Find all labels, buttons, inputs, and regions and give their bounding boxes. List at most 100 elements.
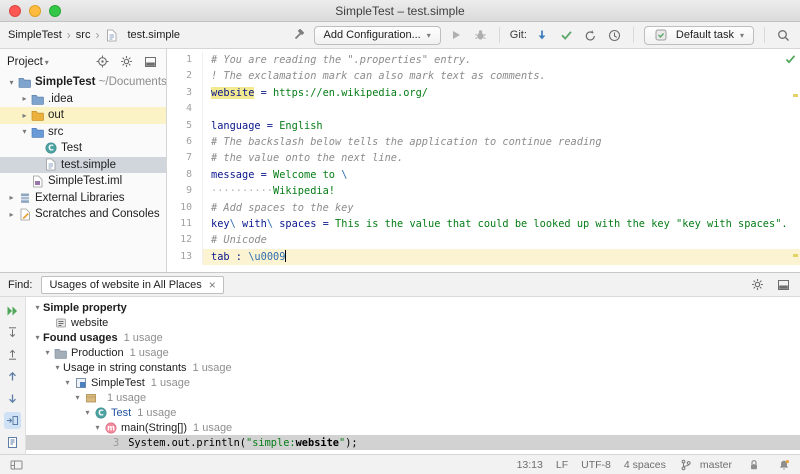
editor-line-4[interactable]: 4 (167, 101, 800, 118)
tree-toggle-icon[interactable]: ▾ (32, 303, 43, 312)
find-tree-item-package[interactable]: ▾ 1 usage (26, 390, 800, 405)
tree-toggle-icon[interactable]: ▾ (19, 127, 30, 136)
editor-line-3[interactable]: 3 website = https://en.wikipedia.org/ (167, 84, 800, 102)
project-tree-item-src[interactable]: ▾ src (0, 124, 166, 141)
find-tree-item-found-usages[interactable]: ▾ Found usages 1 usage (26, 330, 800, 345)
error-stripe-mark[interactable] (793, 254, 798, 257)
tree-toggle-icon[interactable]: ▾ (42, 348, 53, 357)
tree-toggle-icon[interactable]: ▾ (6, 78, 17, 87)
editor-line-8[interactable]: 8 message = Welcome to \ (167, 166, 800, 184)
file-encoding-indicator[interactable]: UTF-8 (581, 459, 611, 471)
expand-all-button[interactable] (4, 324, 21, 341)
tree-toggle-icon[interactable]: ▾ (92, 423, 103, 432)
editor-line-12[interactable]: 12 # Unicode (167, 232, 800, 249)
find-tree-item-main-string-[interactable]: ▾ m main(String[]) 1 usage (26, 420, 800, 435)
tree-toggle-icon[interactable]: ▸ (6, 210, 17, 219)
history-button[interactable] (606, 27, 623, 44)
find-tree-item-website[interactable]: website (26, 315, 800, 330)
tree-toggle-icon[interactable]: ▾ (72, 393, 83, 402)
notifications-icon[interactable] (775, 456, 792, 473)
find-tree-item-usage-in-string-constants[interactable]: ▾ Usage in string constants 1 usage (26, 360, 800, 375)
find-results-tab[interactable]: Usages of website in All Places × (41, 275, 224, 294)
tree-toggle-icon[interactable]: ▾ (82, 408, 93, 417)
breadcrumb-src[interactable]: src (76, 29, 91, 41)
add-configuration-button[interactable]: Add Configuration... (313, 25, 441, 45)
find-settings-button[interactable] (749, 276, 766, 293)
project-panel: Project ▾ SimpleTest ~/Documents/ ▸ .idea ▸ o… (0, 49, 167, 272)
breadcrumb-project[interactable]: SimpleTest (8, 29, 62, 41)
hide-project-panel-button[interactable] (142, 53, 159, 70)
line-number: 1 (167, 52, 203, 69)
tool-window-switcher-icon[interactable] (8, 456, 25, 473)
preview-usages-button[interactable] (4, 434, 21, 451)
project-tree-item-test[interactable]: C Test (0, 140, 166, 157)
prop-icon (53, 317, 68, 329)
tree-toggle-icon[interactable]: ▾ (52, 363, 63, 372)
title-bar[interactable]: SimpleTest – test.simple (0, 0, 800, 22)
previous-occurrence-button[interactable] (4, 368, 21, 385)
editor[interactable]: 1 # You are reading the ".properties" ent… (167, 49, 800, 272)
minimize-window-button[interactable] (29, 4, 41, 17)
project-tree-item-simpletest[interactable]: ▾ SimpleTest ~/Documents/ (0, 74, 166, 91)
debug-button[interactable] (472, 27, 489, 44)
editor-line-1[interactable]: 1 # You are reading the ".properties" ent… (167, 52, 800, 69)
find-tree-item-simple-property[interactable]: ▾ Simple property (26, 300, 800, 315)
readonly-lock-icon[interactable] (745, 456, 762, 473)
rerun-button[interactable] (4, 302, 21, 319)
find-tree: ▾ Simple property website ▾ Found usages 1 us… (26, 297, 800, 454)
tree-toggle-icon[interactable]: ▸ (19, 111, 30, 120)
line-separator-indicator[interactable]: LF (556, 459, 568, 471)
close-tab-icon[interactable]: × (209, 279, 216, 291)
editor-line-11[interactable]: 11 key\ with\ spaces = This is the value … (167, 215, 800, 233)
error-stripe-mark[interactable] (793, 94, 798, 97)
editor-line-9[interactable]: 9 ··········Wikipedia! (167, 183, 800, 200)
breadcrumb-file[interactable]: test.simple (127, 29, 180, 41)
autoscroll-to-source-button[interactable] (4, 412, 21, 429)
project-tree-item-test-simple[interactable]: test.simple (0, 156, 166, 173)
update-project-button[interactable] (534, 27, 551, 44)
editor-line-6[interactable]: 6 # The backslash below tells the applica… (167, 133, 800, 151)
editor-line-7[interactable]: 7 # the value onto the next line. (167, 150, 800, 167)
tree-toggle-icon[interactable]: ▸ (19, 94, 30, 103)
next-occurrence-button[interactable] (4, 390, 21, 407)
find-tree-item-simpletest[interactable]: ▾ SimpleTest 1 usage (26, 375, 800, 390)
project-settings-button[interactable] (118, 53, 135, 70)
toolbar-separator (498, 27, 500, 43)
tree-toggle-icon[interactable]: ▾ (62, 378, 73, 387)
run-button[interactable] (448, 27, 465, 44)
git-branch-widget[interactable]: master (679, 459, 732, 471)
tree-toggle-icon[interactable]: ▾ (32, 333, 43, 342)
project-tree-item-simpletest-iml[interactable]: SimpleTest.iml (0, 173, 166, 190)
inspections-status-icon[interactable] (785, 51, 796, 69)
folder_blue-icon (17, 76, 32, 88)
close-window-button[interactable] (9, 4, 21, 17)
svg-text:C: C (98, 408, 104, 417)
caret-position[interactable]: 13:13 (517, 459, 543, 471)
tree-toggle-icon[interactable]: ▸ (6, 193, 17, 202)
commit-button[interactable] (558, 27, 575, 44)
editor-line-10[interactable]: 10 # Add spaces to the key (167, 199, 800, 216)
toolbar-actions: Add Configuration... Git: Default task (290, 25, 792, 45)
find-tree-item-test[interactable]: ▾ C Test 1 usage (26, 405, 800, 420)
project-tree-item-external-libraries[interactable]: ▸ External Libraries (0, 190, 166, 207)
editor-line-13[interactable]: 13 tab : \u0009 (167, 248, 800, 266)
indent-indicator[interactable]: 4 spaces (624, 459, 666, 471)
search-everywhere-button[interactable] (775, 27, 792, 44)
editor-lines: 1 # You are reading the ".properties" ent… (167, 52, 800, 266)
editor-line-2[interactable]: 2! The exclamation mark can also mark te… (167, 68, 800, 85)
zoom-window-button[interactable] (49, 4, 61, 17)
project-tree-item--idea[interactable]: ▸ .idea (0, 91, 166, 108)
window-title: SimpleTest – test.simple (335, 3, 465, 18)
project-view-selector[interactable]: Project (7, 56, 49, 68)
usage-code-line[interactable]: 3 System.out.println("simple:website"); (26, 435, 800, 450)
editor-line-5[interactable]: 5 language = English (167, 117, 800, 134)
project-tree-item-out[interactable]: ▸ out (0, 107, 166, 124)
locate-file-button[interactable] (94, 53, 111, 70)
task-selector[interactable]: Default task (643, 25, 754, 45)
rollback-button[interactable] (582, 27, 599, 44)
build-button[interactable] (290, 27, 307, 44)
collapse-all-button[interactable] (4, 346, 21, 363)
project-tree-item-scratches-and-consoles[interactable]: ▸ Scratches and Consoles (0, 206, 166, 223)
hide-find-panel-button[interactable] (775, 276, 792, 293)
find-tree-item-production[interactable]: ▾ Production 1 usage (26, 345, 800, 360)
